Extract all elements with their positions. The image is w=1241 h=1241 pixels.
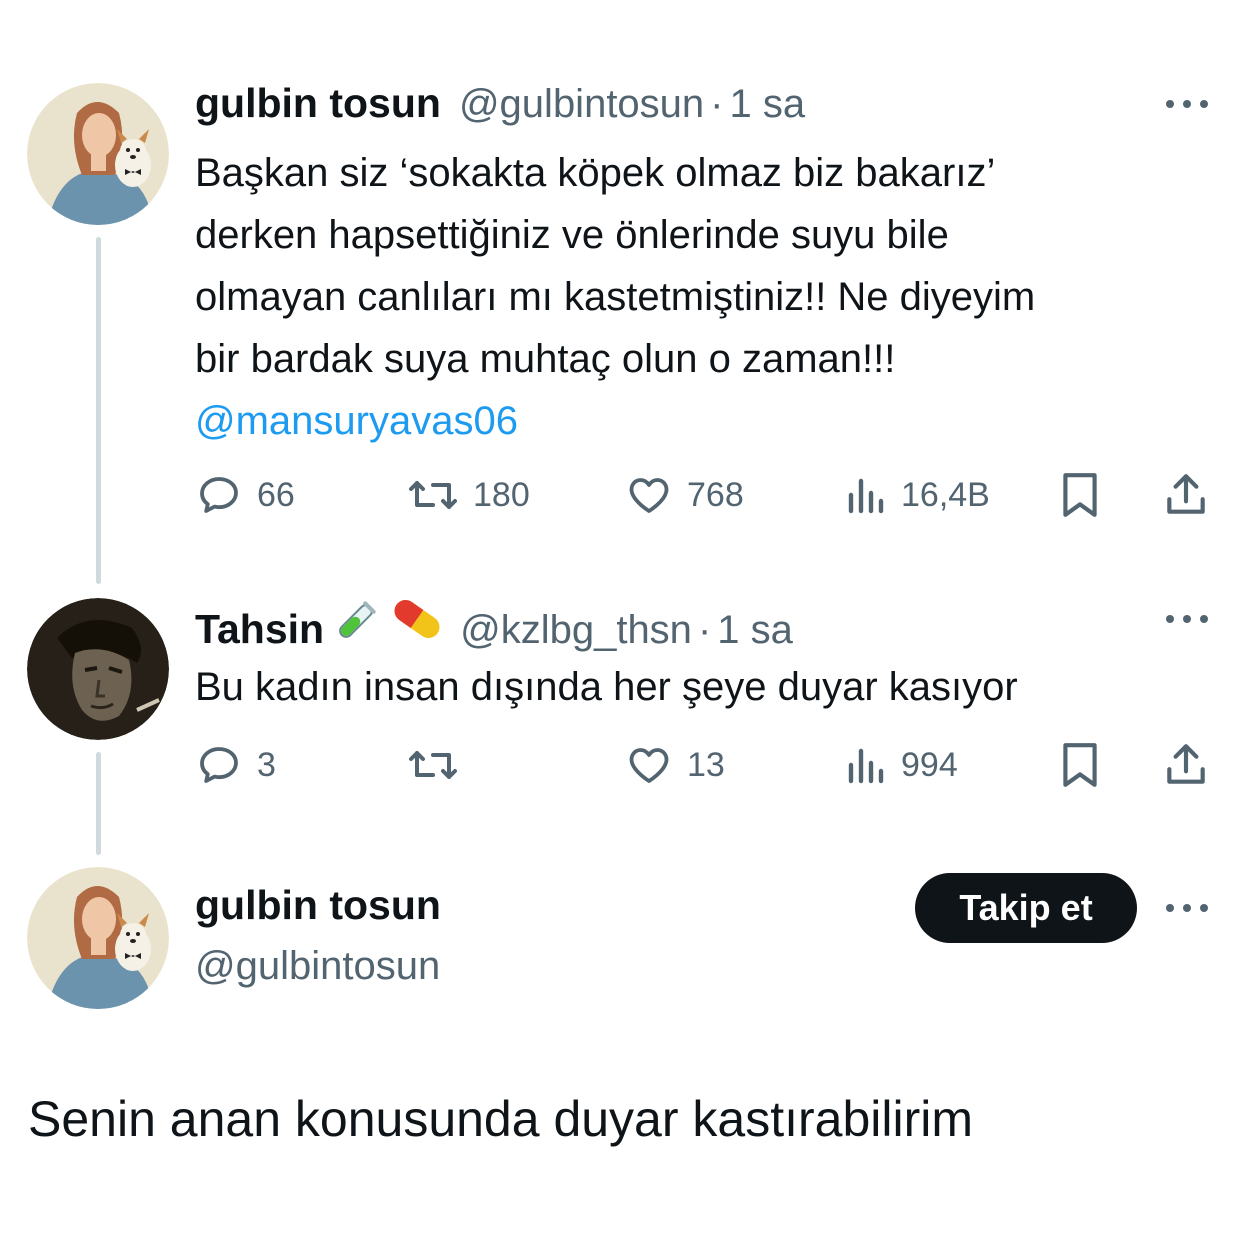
views-icon [848, 748, 884, 784]
retweet-button[interactable]: 180 [407, 470, 530, 520]
author-name[interactable]: gulbin tosun [195, 80, 441, 127]
avatar[interactable] [27, 83, 169, 225]
reply-text: Senin anan konusunda duyar kastırabiliri… [28, 1091, 973, 1147]
tweet-text-line: derken hapsettiğiniz ve önlerinde suyu b… [195, 213, 949, 257]
retweet-icon [409, 751, 457, 779]
tweet-text-line: olmayan canlıları mı kastetmiştiniz!! Ne… [195, 275, 1036, 319]
tweet-header: Tahsin @kzlbg_thsn · 1 sa [195, 595, 793, 653]
reply-icon [200, 477, 238, 513]
share-button[interactable] [1163, 740, 1209, 790]
share-button[interactable] [1163, 470, 1209, 520]
bookmark-icon [1063, 743, 1097, 787]
separator: · [710, 82, 724, 126]
heart-icon [629, 478, 669, 513]
bookmark-icon [1063, 473, 1097, 517]
share-icon [1167, 744, 1205, 784]
like-button[interactable]: 768 [625, 470, 744, 520]
views-button[interactable]: 16,4B [843, 470, 990, 520]
avatar[interactable] [27, 598, 169, 740]
like-count: 13 [687, 745, 725, 784]
bookmark-button[interactable] [1057, 740, 1103, 790]
more-options-icon[interactable] [1166, 98, 1210, 110]
reply-count: 66 [257, 475, 295, 514]
like-button[interactable]: 13 [625, 740, 725, 790]
timestamp[interactable]: 1 sa [717, 608, 793, 653]
author-name[interactable]: gulbin tosun [195, 882, 441, 929]
views-count: 16,4B [901, 475, 990, 514]
share-icon [1167, 474, 1205, 514]
action-bar: 3 13 994 [195, 740, 1215, 790]
tweet-header: gulbin tosun @gulbintosun · 1 sa [195, 80, 805, 127]
separator: · [697, 608, 712, 652]
author-handle[interactable]: @gulbintosun [195, 944, 440, 989]
author-handle[interactable]: @gulbintosun [459, 82, 704, 127]
views-icon [848, 478, 884, 514]
thread-line [96, 752, 101, 855]
follow-button[interactable]: Takip et [915, 873, 1137, 943]
views-button[interactable]: 994 [843, 740, 958, 790]
more-options-icon[interactable] [1166, 902, 1210, 914]
reply-button[interactable]: 66 [195, 470, 295, 520]
reply-count: 3 [257, 745, 276, 784]
like-count: 768 [687, 475, 744, 514]
pill-icon [388, 595, 446, 648]
thread-line [96, 237, 101, 584]
tweet-text: Başkan siz ‘sokakta köpek olmaz biz baka… [195, 142, 1035, 452]
tweet-text: Bu kadın insan dışında her şeye duyar ka… [195, 656, 1018, 718]
views-count: 994 [901, 745, 958, 784]
tweet-text-line: Başkan siz ‘sokakta köpek olmaz biz baka… [195, 151, 996, 195]
action-bar: 66 180 768 16,4B [195, 470, 1215, 520]
bookmark-button[interactable] [1057, 470, 1103, 520]
author-handle[interactable]: @kzlbg_thsn [460, 608, 692, 653]
reply-icon [200, 747, 238, 783]
test-tube-icon [334, 599, 378, 648]
mention-link[interactable]: @mansuryavas06 [195, 390, 1035, 452]
timestamp[interactable]: 1 sa [730, 82, 806, 127]
tweet-text-line: Bu kadın insan dışında her şeye duyar ka… [195, 665, 1018, 709]
author-name[interactable]: Tahsin [195, 606, 324, 653]
heart-icon [629, 748, 669, 783]
retweet-count: 180 [473, 475, 530, 514]
avatar[interactable] [27, 867, 169, 1009]
reply-button[interactable]: 3 [195, 740, 276, 790]
retweet-icon [409, 481, 457, 509]
retweet-button[interactable] [407, 740, 473, 790]
tweet-text-line: bir bardak suya muhtaç olun o zaman!!! [195, 337, 896, 381]
more-options-icon[interactable] [1166, 613, 1210, 625]
